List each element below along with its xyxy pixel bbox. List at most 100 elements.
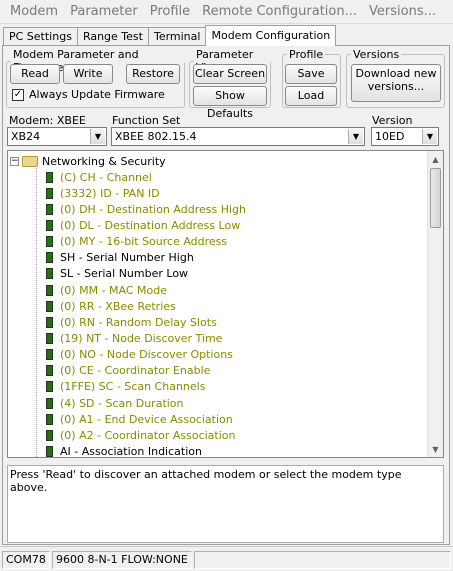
menu-parameter[interactable]: Parameter (64, 4, 144, 19)
chevron-down-icon: ▼ (348, 129, 363, 144)
tree-item-label: AI - Association Indication (60, 444, 202, 458)
chevron-down-icon: ▼ (422, 129, 437, 144)
version-select[interactable]: 10ED ▼ (371, 127, 439, 146)
restore-button[interactable]: Restore (126, 64, 180, 84)
menu-profile[interactable]: Profile (144, 4, 196, 19)
tree-item[interactable]: (1FFE) SC - Scan Channels (46, 379, 246, 395)
menu-remote-configuration[interactable]: Remote Configuration... (196, 4, 363, 19)
chevron-down-icon: ▼ (90, 129, 105, 144)
profile-group-title: Profile (289, 48, 324, 61)
versions-group-title: Versions (353, 48, 400, 61)
status-empty-cell (194, 551, 451, 569)
tree-item-label: (C) CH - Channel (60, 170, 152, 184)
tree-item[interactable]: (0) NO - Node Discover Options (46, 347, 246, 363)
tree-item-label: (0) RN - Random Delay Slots (60, 315, 217, 329)
modem-select[interactable]: XB24 ▼ (7, 127, 107, 146)
tab-strip: PC Settings Range Test Terminal Modem Co… (3, 25, 337, 46)
modem-label: Modem: XBEE (9, 114, 86, 127)
scroll-down-icon[interactable]: ▼ (428, 441, 443, 457)
tree-item-list: (C) CH - Channel (3332) ID - PAN ID (0) DH… (46, 169, 246, 458)
parameter-tree[interactable]: − Networking & Security (C) CH - Channel… (7, 150, 444, 458)
tree-item[interactable]: (19) NT - Node Discover Time (46, 330, 246, 346)
parameter-node-icon (46, 349, 53, 361)
download-new-versions-button[interactable]: Download new versions... (351, 64, 441, 102)
parameter-node-icon (46, 429, 53, 441)
parameter-node-icon (46, 381, 53, 393)
menu-modem[interactable]: Modem (4, 4, 64, 19)
tree-item-label: (0) DL - Destination Address Low (60, 218, 241, 232)
tab-range-test[interactable]: Range Test (76, 27, 149, 46)
tree-item-label: (4) SD - Scan Duration (60, 396, 184, 410)
tree-item-label: SL - Serial Number Low (60, 267, 189, 281)
tree-item[interactable]: SH - Serial Number High (46, 250, 246, 266)
download-button-line-1: Download new (355, 67, 437, 80)
parameter-node-icon (46, 219, 53, 231)
tab-terminal[interactable]: Terminal (147, 27, 207, 46)
save-profile-button[interactable]: Save (285, 64, 337, 84)
tree-item[interactable]: (0) A2 - Coordinator Association (46, 427, 246, 443)
write-button[interactable]: Write (63, 64, 113, 84)
tree-item-label: (19) NT - Node Discover Time (60, 331, 223, 345)
clear-screen-button[interactable]: Clear Screen (193, 64, 267, 84)
function-set-select[interactable]: XBEE 802.15.4 ▼ (111, 127, 365, 146)
tree-item[interactable]: SL - Serial Number Low (46, 266, 246, 282)
tree-item-label: (1FFE) SC - Scan Channels (60, 380, 206, 394)
scroll-up-icon[interactable]: ▲ (428, 151, 443, 167)
tree-item[interactable]: (0) DL - Destination Address Low (46, 217, 246, 233)
menu-bar: Modem Parameter Profile Remote Configura… (0, 0, 453, 24)
folder-open-icon (22, 155, 38, 167)
tree-item-label: (0) A2 - Coordinator Association (60, 428, 236, 442)
read-button[interactable]: Read (10, 64, 60, 84)
modem-configuration-panel: Modem Parameter and Firmware Read Write … (2, 45, 450, 545)
parameter-node-icon (46, 332, 53, 344)
parameter-node-icon (46, 236, 53, 248)
always-update-firmware-label: Always Update Firmware (29, 88, 165, 101)
tree-item-label: (0) RR - XBee Retries (60, 299, 176, 313)
parameter-node-icon (46, 187, 53, 199)
menu-versions[interactable]: Versions... (363, 4, 442, 19)
parameter-node-icon (46, 252, 53, 264)
tree-item-label: (0) CE - Coordinator Enable (60, 364, 211, 378)
tree-item-label: (3332) ID - PAN ID (60, 186, 160, 200)
tree-item-label: SH - Serial Number High (60, 251, 194, 265)
status-message: Press 'Read' to discover an attached mod… (10, 468, 402, 494)
parameter-node-icon (46, 284, 53, 296)
function-set-select-value: XBEE 802.15.4 (115, 130, 197, 143)
vertical-scrollbar[interactable]: ▲ ▼ (427, 151, 443, 457)
tree-item-label: (0) MM - MAC Mode (60, 283, 167, 297)
tree-item[interactable]: AI - Association Indication (46, 443, 246, 458)
tree-group-networking-security[interactable]: − Networking & Security (10, 153, 166, 169)
parameter-node-icon (46, 413, 53, 425)
tab-modem-configuration[interactable]: Modem Configuration (205, 25, 337, 46)
tree-connector-line (36, 165, 37, 457)
parameter-node-icon (46, 203, 53, 215)
parameter-node-icon (46, 397, 53, 409)
parameter-node-icon (46, 171, 53, 183)
tab-pc-settings[interactable]: PC Settings (3, 27, 78, 46)
tree-item[interactable]: (4) SD - Scan Duration (46, 395, 246, 411)
version-label: Version (372, 114, 413, 127)
tree-item[interactable]: (0) RR - XBee Retries (46, 298, 246, 314)
tree-item[interactable]: (0) MM - MAC Mode (46, 282, 246, 298)
version-select-value: 10ED (375, 130, 405, 143)
scrollbar-thumb[interactable] (430, 168, 441, 228)
tree-group-label: Networking & Security (42, 154, 166, 168)
collapse-icon[interactable]: − (10, 156, 19, 166)
tree-item-label: (0) NO - Node Discover Options (60, 348, 233, 362)
parameter-node-icon (46, 445, 53, 457)
tree-item[interactable]: (0) A1 - End Device Association (46, 411, 246, 427)
function-set-label: Function Set (112, 114, 181, 127)
modem-select-value: XB24 (11, 130, 41, 143)
always-update-firmware-checkbox[interactable]: ✓ Always Update Firmware (12, 88, 165, 101)
tree-item[interactable]: (C) CH - Channel (46, 169, 246, 185)
tree-item-label: (0) DH - Destination Address High (60, 202, 246, 216)
tree-item[interactable]: (0) RN - Random Delay Slots (46, 314, 246, 330)
tree-item[interactable]: (0) CE - Coordinator Enable (46, 363, 246, 379)
tree-item-label: (0) MY - 16-bit Source Address (60, 235, 228, 249)
status-message-box: Press 'Read' to discover an attached mod… (7, 465, 444, 543)
load-profile-button[interactable]: Load (285, 86, 337, 106)
tree-item[interactable]: (0) DH - Destination Address High (46, 201, 246, 217)
show-defaults-button[interactable]: Show Defaults (193, 86, 267, 120)
tree-item[interactable]: (3332) ID - PAN ID (46, 185, 246, 201)
tree-item[interactable]: (0) MY - 16-bit Source Address (46, 234, 246, 250)
